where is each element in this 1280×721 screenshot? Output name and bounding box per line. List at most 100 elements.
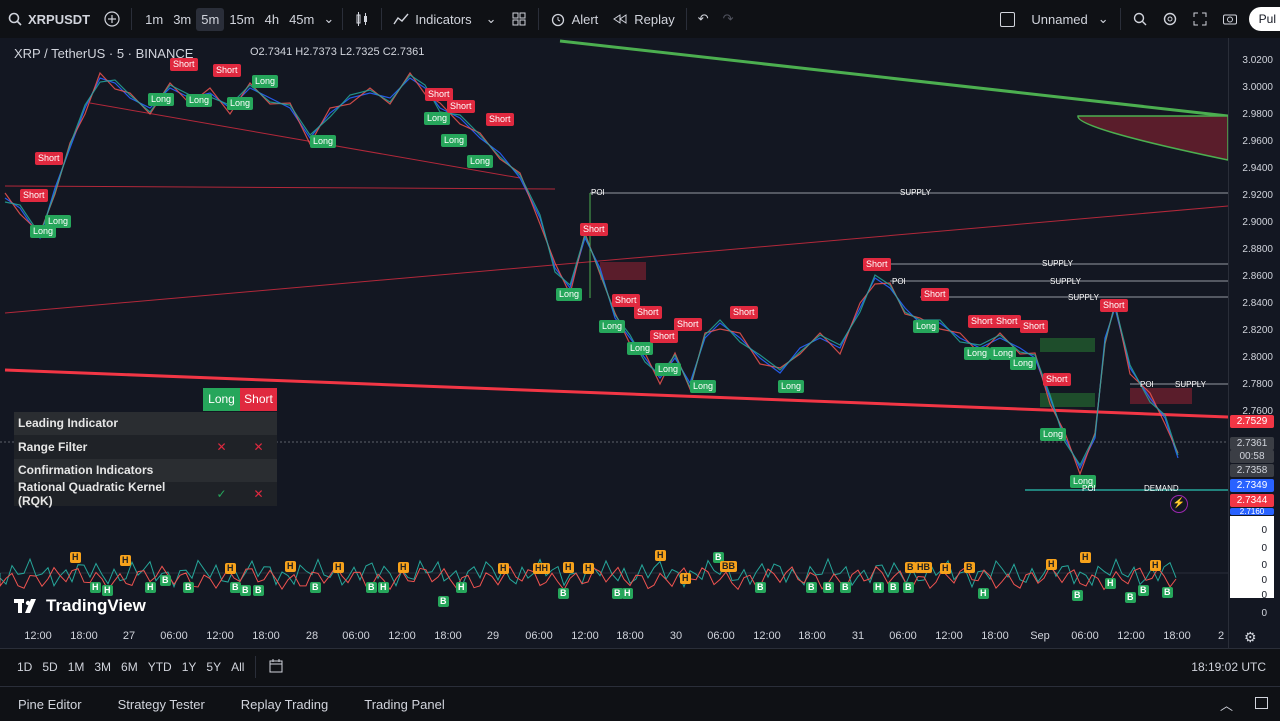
countdown-tag: 00:58 — [1230, 450, 1274, 463]
indicators-button[interactable]: Indicators ⌄ — [386, 0, 503, 38]
range-button-5d[interactable]: 5D — [37, 660, 62, 674]
range-button-6m[interactable]: 6M — [116, 660, 143, 674]
date-range-button[interactable] — [260, 658, 292, 677]
price-chart[interactable] — [0, 38, 1228, 648]
price-tick-label: 2.8600 — [1242, 271, 1273, 282]
timeframe-group: 1m 3m 5m 15m 4h 45m ⌄ — [136, 0, 338, 38]
chart-pane[interactable] — [0, 38, 1228, 648]
timeframe-45m[interactable]: 45m — [284, 8, 319, 31]
chevron-down-icon: ⌄ — [485, 11, 497, 26]
tab-pine-editor[interactable]: Pine Editor — [0, 697, 100, 712]
price-tag-last: 2.7361 — [1230, 437, 1274, 450]
publish-button[interactable]: Pul — [1248, 7, 1280, 31]
time-tick-label: 30 — [669, 630, 683, 642]
timeframe-1m[interactable]: 1m — [140, 8, 168, 31]
timeframe-5m[interactable]: 5m — [196, 7, 225, 31]
price-tick-label: 2.8800 — [1242, 244, 1273, 255]
time-tick-label: Sep — [1030, 630, 1050, 642]
redo-button[interactable]: ↷ — [716, 0, 741, 38]
undo-button[interactable]: ↶ — [691, 0, 716, 38]
time-tick-label: 18:00 — [70, 630, 98, 642]
oscillator-tick-label: 0 — [1261, 575, 1267, 586]
row-name: Rational Quadratic Kernel (RQK) — [18, 479, 166, 508]
alarm-clock-icon — [551, 13, 564, 27]
maximize-panel-button[interactable] — [1243, 696, 1280, 712]
range-bar: 1D 5D 1M 3M 6M YTD 1Y 5Y All 18:19:02 UTC — [0, 648, 1280, 685]
symbol-search[interactable]: XRPUSDT — [0, 0, 97, 38]
status-check-icon: ✓ — [216, 486, 227, 501]
window-icon — [1255, 696, 1268, 709]
compare-button[interactable] — [97, 0, 127, 38]
range-button-1d[interactable]: 1D — [12, 660, 37, 674]
range-button-3m[interactable]: 3M — [89, 660, 116, 674]
row-name: Range Filter — [18, 439, 88, 454]
tradingview-mark-icon — [14, 599, 36, 613]
time-tick-label: 06:00 — [707, 630, 735, 642]
timeframe-15m[interactable]: 15m — [224, 8, 259, 31]
symbol-legend[interactable]: XRP / TetherUS · 5 · BINANCE — [14, 46, 193, 61]
templates-button[interactable] — [504, 0, 534, 38]
search-icon — [8, 12, 22, 26]
time-tick-label: 12:00 — [388, 630, 416, 642]
separator — [342, 8, 344, 30]
clock[interactable]: 18:19:02 UTC — [1191, 660, 1280, 674]
snapshot-button[interactable] — [1215, 0, 1245, 38]
time-tick-label: 18:00 — [798, 630, 826, 642]
price-axis[interactable]: 3.0200 3.0000 2.9800 2.9600 2.9400 2.9200 2.90… — [1228, 38, 1280, 648]
fullscreen-button[interactable] — [1185, 0, 1215, 38]
range-button-all[interactable]: All — [226, 660, 249, 674]
collapse-panel-button[interactable]: ︿ — [1210, 695, 1243, 714]
range-buttons: 1D 5D 1M 3M 6M YTD 1Y 5Y All — [0, 660, 249, 674]
time-tick-label: 12:00 — [24, 630, 52, 642]
time-tick-label: 18:00 — [981, 630, 1009, 642]
alert-button[interactable]: Alert — [543, 0, 606, 38]
gear-icon: ⚙ — [1244, 629, 1257, 645]
time-tick-label: 12:00 — [935, 630, 963, 642]
range-button-1m[interactable]: 1M — [63, 660, 90, 674]
replay-button[interactable]: Replay — [605, 0, 681, 38]
status-x-icon: ✕ — [253, 486, 264, 501]
ohlc-legend: O2.7341 H2.7373 L2.7325 C2.7361 — [250, 46, 425, 58]
range-button-ytd[interactable]: YTD — [143, 660, 177, 674]
separator — [381, 8, 383, 30]
layout-button[interactable]: Unnamed ⌄ — [993, 0, 1115, 38]
time-tick-label: 29 — [486, 630, 500, 642]
chevron-up-icon: ︿ — [1219, 697, 1233, 713]
price-tag-blue: 2.7349 — [1230, 479, 1274, 492]
table-row: Leading Indicator — [14, 411, 277, 435]
header-long: Long — [203, 388, 240, 412]
axis-settings-button[interactable]: ⚙ — [1244, 629, 1257, 646]
price-tick-label: 2.9400 — [1242, 163, 1273, 174]
price-tick-label: 2.7800 — [1242, 379, 1273, 390]
order-block — [600, 262, 646, 280]
time-tick-label: 18:00 — [1163, 630, 1191, 642]
table-row: Rational Quadratic Kernel (RQK) ✓ ✕ — [14, 479, 277, 508]
chart-type-button[interactable] — [347, 0, 377, 38]
order-block — [1040, 338, 1095, 352]
price-tick-label: 2.9000 — [1242, 217, 1273, 228]
price-tag-red: 2.7529 — [1230, 415, 1274, 428]
time-axis[interactable]: 12:00 18:00 27 06:00 12:00 18:00 28 06:00 12:00 1… — [0, 626, 1228, 648]
time-tick-label: 06:00 — [1071, 630, 1099, 642]
timeframe-dropdown-icon[interactable]: ⌄ — [323, 11, 334, 27]
time-tick-label: 12:00 — [206, 630, 234, 642]
redo-icon: ↷ — [722, 11, 734, 26]
quick-search-button[interactable] — [1125, 0, 1155, 38]
price-tick-label: 2.9600 — [1242, 136, 1273, 147]
settings-button[interactable] — [1155, 0, 1185, 38]
candles-icon — [356, 12, 368, 26]
range-button-5y[interactable]: 5Y — [201, 660, 226, 674]
indicators-label: Indicators — [415, 11, 472, 27]
range-button-1y[interactable]: 1Y — [177, 660, 202, 674]
tab-trading-panel[interactable]: Trading Panel — [346, 697, 462, 712]
table-header: Long Short — [14, 388, 277, 412]
oscillator-tick-label: 0 — [1261, 560, 1267, 571]
timeframe-4h[interactable]: 4h — [260, 8, 284, 31]
timeframe-3m[interactable]: 3m — [168, 8, 196, 31]
publish-label: Pul — [1258, 12, 1276, 26]
horizontal-red-line — [4, 185, 556, 190]
grid-icon — [512, 12, 526, 26]
tab-replay-trading[interactable]: Replay Trading — [223, 697, 346, 712]
tab-strategy-tester[interactable]: Strategy Tester — [100, 697, 223, 712]
time-tick-label: 06:00 — [889, 630, 917, 642]
